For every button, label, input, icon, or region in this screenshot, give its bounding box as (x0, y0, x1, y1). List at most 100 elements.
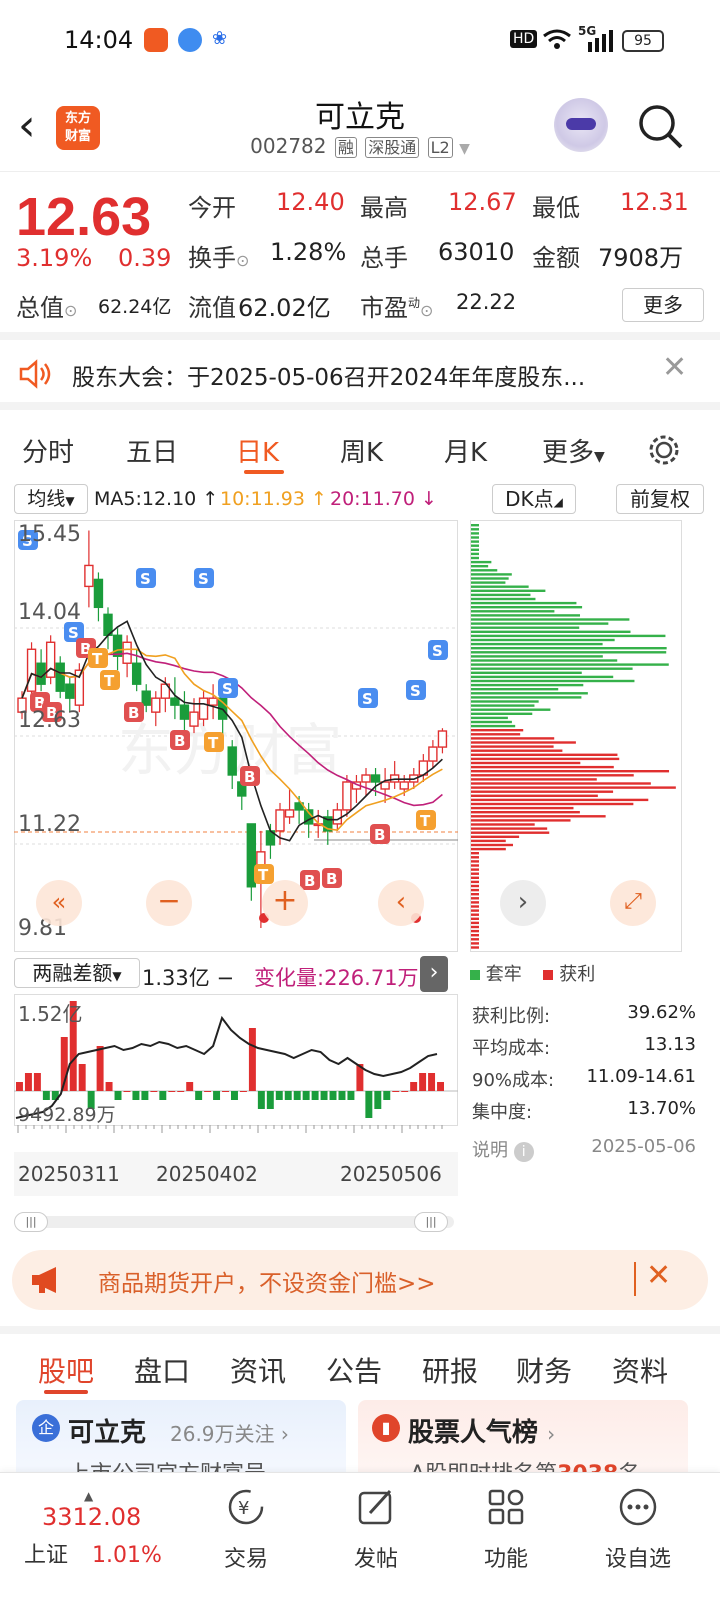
margin-balance-value: 1.33亿 − (142, 966, 235, 990)
chip-bar-trapped (471, 548, 479, 551)
margin-sub-chart[interactable]: 1.52亿 9492.89万 (14, 994, 458, 1152)
margin-bar-down (365, 1091, 373, 1118)
change-amount: 0.39 (118, 244, 172, 272)
tab-timeshare[interactable]: 分时 (22, 432, 74, 469)
speaker-icon (19, 359, 51, 389)
chip-bar-profit (471, 737, 555, 740)
candle-down (93, 578, 104, 609)
gear-icon[interactable] (646, 432, 682, 468)
company-account-card[interactable]: 企 可立克 26.9万关注 › 上市公司官方财富号 (16, 1400, 346, 1487)
tab-profile[interactable]: 资料 (612, 1350, 668, 1390)
chip-bar-trapped (471, 540, 479, 543)
nav-post[interactable]: 发帖 (326, 1487, 426, 1573)
chip-bar-profit (471, 823, 535, 826)
range-handle-right[interactable]: ||| (414, 1212, 448, 1232)
chip-bar-profit (471, 811, 580, 814)
chip-bar-profit (471, 847, 506, 851)
chip-bar-profit (471, 806, 574, 810)
tab-more[interactable]: 更多▼ (542, 432, 605, 469)
chip-bar-profit (471, 852, 479, 855)
margin-bar-up (24, 1073, 32, 1091)
margin-bar-up (78, 1064, 86, 1091)
margin-bar-up (186, 1082, 194, 1091)
sub-indicator-select[interactable]: 两融差额▼ (14, 958, 140, 988)
tab-research[interactable]: 研报 (422, 1350, 478, 1390)
nav-add-watchlist[interactable]: 设自选 (588, 1487, 688, 1573)
margin-bar-down (195, 1091, 203, 1100)
margin-bar-up (96, 1046, 104, 1091)
margin-bar-up (16, 1082, 23, 1091)
robot-assistant-icon[interactable] (554, 98, 608, 152)
chip-date: 2025-05-06 (591, 1136, 696, 1157)
chip-bar-trapped (471, 716, 508, 720)
step-back-icon[interactable]: ‹ (378, 880, 424, 926)
close-icon[interactable]: ✕ (662, 350, 687, 385)
tab-announcements[interactable]: 公告 (326, 1350, 382, 1390)
tab-weekly-k[interactable]: 周K (340, 432, 383, 469)
chip-bar-trapped (471, 606, 583, 609)
last-price: 12.63 (16, 187, 152, 247)
zoom-out-icon[interactable]: − (146, 880, 192, 926)
level2-tag: L2 (427, 137, 453, 158)
tab-orderbook[interactable]: 盘口 (134, 1350, 190, 1390)
trade-icon: ¥ (228, 1489, 264, 1525)
chip-bar-profit (471, 876, 479, 879)
profit-swatch (543, 970, 554, 980)
margin-bar-down (231, 1091, 238, 1100)
index-widget[interactable]: ▲ 3312.08 上证 1.01% (24, 1489, 184, 1569)
chip-bar-profit (471, 929, 479, 933)
margin-bar-up (168, 1091, 176, 1092)
search-icon[interactable] (636, 102, 684, 150)
chip-distribution[interactable]: › ⤢ (470, 520, 696, 952)
scroll-left-icon[interactable]: « (36, 880, 82, 926)
expand-icon[interactable]: ⤢ (610, 880, 656, 926)
tab-daily-k[interactable]: 日K (236, 432, 279, 469)
battery-icon: 95 (622, 30, 664, 52)
hd-badge: HD (510, 30, 538, 48)
range-handle-left[interactable]: ||| (14, 1212, 48, 1232)
popularity-card[interactable]: ▮ 股票人气榜 › A股即时排名第3038名 (358, 1400, 688, 1487)
kline-chart[interactable]: 东方财富 SSSSSSSSBBBBBBBBBTTTTT 15.45 14.04 … (14, 520, 458, 952)
bs-marker-letter: T (258, 866, 269, 884)
nav-functions[interactable]: 功能 (456, 1487, 556, 1573)
chip-note-row[interactable]: 说明 i 2025-05-06 (470, 1136, 696, 1166)
tab-five-day[interactable]: 五日 (126, 432, 178, 469)
date-label: 20250402 (156, 1162, 258, 1186)
tab-finance[interactable]: 财务 (516, 1350, 572, 1390)
margin-bar-down (257, 1091, 265, 1109)
app-notification-icon (144, 28, 168, 52)
chip-bar-trapped (471, 618, 630, 621)
candle-up (342, 781, 352, 811)
tab-news[interactable]: 资讯 (230, 1350, 286, 1390)
bs-marker-letter: B (304, 872, 315, 890)
chip-bar-profit (471, 831, 550, 834)
chip-bar-profit (471, 770, 670, 773)
amount-label: 金额 (532, 244, 580, 272)
tab-monthly-k[interactable]: 月K (444, 432, 487, 469)
chip-bar-profit (471, 835, 520, 838)
tab-guba[interactable]: 股吧 (38, 1350, 94, 1390)
candle-up (332, 809, 343, 825)
dk-point-select[interactable]: DK点◢ (492, 484, 576, 514)
candle-up (437, 730, 448, 748)
candle-down (370, 774, 381, 783)
chevron-right-icon[interactable]: › (500, 880, 546, 926)
stock-code-line[interactable]: 002782 融 深股通 L2 ▼ (0, 134, 720, 158)
nav-trade[interactable]: ¥ 交易 (196, 1487, 296, 1573)
close-icon[interactable]: ✕ (646, 1258, 671, 1293)
zoom-in-icon[interactable]: + (262, 880, 308, 926)
range-scroller[interactable]: ||| ||| (14, 1212, 454, 1232)
adjust-select[interactable]: 前复权 (616, 484, 704, 514)
notice-bar[interactable]: 股东大会：于2025-05-06召开2024年年度股东... ✕ (0, 340, 720, 410)
index-value: 3312.08 (42, 1503, 142, 1531)
more-button[interactable]: 更多 (622, 288, 704, 322)
more-dots-icon (619, 1488, 657, 1526)
card-title: 股票人气榜 › (408, 1418, 556, 1448)
chip-bar-trapped (471, 622, 609, 625)
chip-bar-profit (471, 843, 514, 847)
indicator-select[interactable]: 均线▼ (14, 484, 88, 514)
chevron-right-icon[interactable]: › (420, 956, 448, 992)
chip-bar-trapped (471, 655, 603, 658)
chip-legend: 套牢 获利 (470, 960, 595, 986)
ad-banner[interactable]: 商品期货开户，不设资金门槛>> ✕ (12, 1250, 708, 1310)
